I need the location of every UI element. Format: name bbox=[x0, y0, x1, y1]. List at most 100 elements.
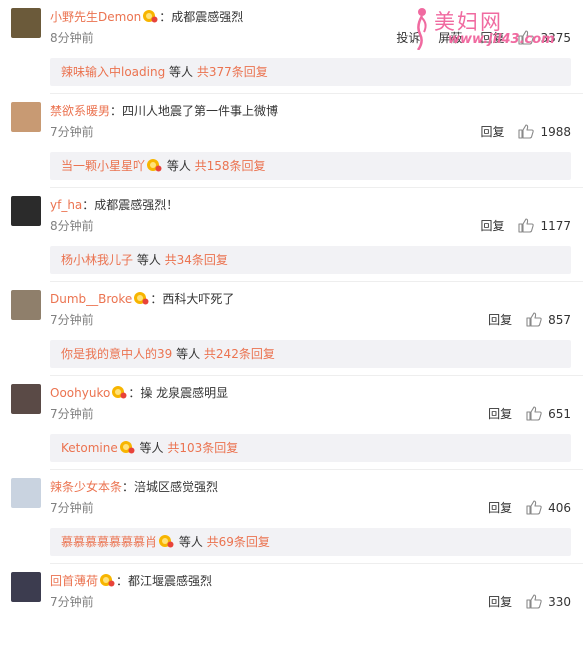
comment-item: 辣条少女本条：涪城区感觉强烈 7分钟前 回复 406 慕慕慕慕慕慕慕肖 等人 共69条回… bbox=[0, 470, 583, 564]
comment-actions: 回复 406 bbox=[470, 499, 571, 517]
sub-reply-total[interactable]: 共242条回复 bbox=[204, 347, 275, 361]
comment-actions: 回复 651 bbox=[470, 405, 571, 423]
comment-actions: 回复 857 bbox=[470, 311, 571, 329]
comment-username[interactable]: 禁欲系暖男 bbox=[50, 104, 110, 118]
thumbs-up-icon bbox=[526, 406, 542, 421]
comment-username[interactable]: 辣条少女本条 bbox=[50, 480, 122, 494]
reply-button[interactable]: 回复 bbox=[488, 499, 512, 517]
sub-reply-mid: 等人 bbox=[165, 65, 197, 79]
watermark-url: www.jil43.com bbox=[448, 32, 555, 47]
comment-text: ：四川人地震了第一件事上微博 bbox=[110, 104, 279, 118]
sub-reply-total[interactable]: 共34条回复 bbox=[165, 253, 228, 267]
avatar[interactable] bbox=[11, 102, 41, 132]
thumbs-up-icon bbox=[526, 500, 542, 515]
comment-actions: 回复 1177 bbox=[462, 217, 571, 235]
sub-reply-total[interactable]: 共69条回复 bbox=[207, 535, 270, 549]
like-button[interactable]: 330 bbox=[526, 593, 571, 611]
sub-reply-username[interactable]: 当一颗小星星吖 bbox=[61, 159, 145, 173]
like-count: 330 bbox=[548, 595, 571, 609]
comment-time: 7分钟前 bbox=[50, 313, 94, 327]
avatar[interactable] bbox=[11, 572, 41, 602]
sub-reply-username[interactable]: 辣味输入中loading bbox=[61, 65, 165, 79]
like-button[interactable]: 651 bbox=[526, 405, 571, 423]
comment-time: 8分钟前 bbox=[50, 31, 94, 45]
avatar[interactable] bbox=[11, 196, 41, 226]
comment-text: ：都江堰震感强烈 bbox=[116, 574, 213, 588]
avatar[interactable] bbox=[11, 290, 41, 320]
comment-actions: 回复 330 bbox=[470, 593, 571, 611]
avatar[interactable] bbox=[11, 478, 41, 508]
comment-username[interactable]: 小野先生Demon bbox=[50, 10, 141, 24]
comment-item: 禁欲系暖男：四川人地震了第一件事上微博 7分钟前 回复 1988 当一颗小星星吖 等人 … bbox=[0, 94, 583, 188]
like-count: 1988 bbox=[540, 125, 571, 139]
reply-button[interactable]: 回复 bbox=[488, 405, 512, 423]
comment-time: 7分钟前 bbox=[50, 407, 94, 421]
thumbs-up-icon bbox=[518, 218, 535, 233]
vip-badge-icon[interactable] bbox=[158, 534, 174, 548]
comment-time: 8分钟前 bbox=[50, 219, 94, 233]
sub-reply-mid: 等人 bbox=[163, 159, 195, 173]
comment-line: yf_ha：成都震感强烈！ bbox=[50, 195, 178, 215]
comment-text: ：西科大吓死了 bbox=[150, 292, 235, 306]
comment-time: 7分钟前 bbox=[50, 595, 94, 609]
comment-line: Dumb__Broke ：西科大吓死了 bbox=[50, 289, 234, 309]
vip-badge-icon[interactable] bbox=[99, 573, 115, 587]
reply-button[interactable]: 回复 bbox=[488, 311, 512, 329]
thumbs-up-icon bbox=[518, 124, 535, 139]
sub-reply-username[interactable]: 你是我的意中人的39 bbox=[61, 347, 172, 361]
comment-line: 禁欲系暖男：四川人地震了第一件事上微博 bbox=[50, 101, 278, 121]
sub-reply-username[interactable]: Ketomine bbox=[61, 441, 118, 455]
comment-item: Dumb__Broke ：西科大吓死了 7分钟前 回复 857 你是我的意中人的39 等人… bbox=[0, 282, 583, 376]
like-count: 857 bbox=[548, 313, 571, 327]
comment-item: yf_ha：成都震感强烈！ 8分钟前 回复 1177 杨小林我儿子 等人 共34条回复 bbox=[0, 188, 583, 282]
sub-reply-total[interactable]: 共103条回复 bbox=[167, 441, 238, 455]
comment-username[interactable]: yf_ha bbox=[50, 198, 82, 212]
like-count: 406 bbox=[548, 501, 571, 515]
reply-button[interactable]: 回复 bbox=[480, 123, 504, 141]
comment-username[interactable]: Ooohyuko bbox=[50, 386, 110, 400]
vip-badge-icon[interactable] bbox=[133, 291, 149, 305]
sub-reply-mid: 等人 bbox=[135, 441, 168, 455]
comment-username[interactable]: Dumb__Broke bbox=[50, 292, 132, 306]
sub-reply-mid: 等人 bbox=[133, 253, 165, 267]
thumbs-up-icon bbox=[526, 312, 542, 327]
reply-button[interactable]: 回复 bbox=[480, 217, 504, 235]
sub-reply-total[interactable]: 共158条回复 bbox=[195, 159, 266, 173]
comment-text: ：成都震感强烈 bbox=[159, 10, 244, 24]
sub-replies-box[interactable]: 杨小林我儿子 等人 共34条回复 bbox=[50, 246, 571, 274]
comment-line: Ooohyuko ：操 龙泉震感明显 bbox=[50, 383, 228, 403]
thumbs-up-icon bbox=[526, 594, 542, 609]
sub-reply-total[interactable]: 共377条回复 bbox=[197, 65, 268, 79]
vip-badge-icon[interactable] bbox=[119, 440, 135, 454]
reply-button[interactable]: 回复 bbox=[488, 593, 512, 611]
like-button[interactable]: 857 bbox=[526, 311, 571, 329]
sub-replies-box[interactable]: 慕慕慕慕慕慕慕肖 等人 共69条回复 bbox=[50, 528, 571, 556]
comment-line: 辣条少女本条：涪城区感觉强烈 bbox=[50, 477, 218, 497]
comment-time: 7分钟前 bbox=[50, 125, 94, 139]
sub-replies-box[interactable]: 你是我的意中人的39 等人 共242条回复 bbox=[50, 340, 571, 368]
comment-username[interactable]: 回首薄荷 bbox=[50, 574, 98, 588]
sub-replies-box[interactable]: 辣味输入中loading 等人 共377条回复 bbox=[50, 58, 571, 86]
lady-logo-icon bbox=[416, 8, 427, 50]
vip-badge-icon[interactable] bbox=[146, 158, 162, 172]
vip-badge-icon[interactable] bbox=[111, 385, 127, 399]
avatar[interactable] bbox=[11, 8, 41, 38]
like-button[interactable]: 406 bbox=[526, 499, 571, 517]
sub-reply-username[interactable]: 慕慕慕慕慕慕慕肖 bbox=[61, 535, 157, 549]
sub-replies-box[interactable]: Ketomine 等人 共103条回复 bbox=[50, 434, 571, 462]
comment-item: Ooohyuko ：操 龙泉震感明显 7分钟前 回复 651 Ketomine 等人 共1… bbox=[0, 376, 583, 470]
sub-replies-box[interactable]: 当一颗小星星吖 等人 共158条回复 bbox=[50, 152, 571, 180]
like-button[interactable]: 1988 bbox=[518, 123, 571, 141]
comment-actions: 回复 1988 bbox=[462, 123, 571, 141]
like-count: 1177 bbox=[540, 219, 571, 233]
vip-badge-icon[interactable] bbox=[142, 9, 158, 23]
sub-reply-mid: 等人 bbox=[172, 347, 204, 361]
sub-reply-mid: 等人 bbox=[175, 535, 207, 549]
like-button[interactable]: 1177 bbox=[518, 217, 571, 235]
comment-item: 回首薄荷 ：都江堰震感强烈 7分钟前 回复 330 bbox=[0, 564, 583, 658]
sub-reply-username[interactable]: 杨小林我儿子 bbox=[61, 253, 133, 267]
comment-text: ：成都震感强烈！ bbox=[82, 198, 179, 212]
comment-text: ：涪城区感觉强烈 bbox=[122, 480, 219, 494]
comment-line: 回首薄荷 ：都江堰震感强烈 bbox=[50, 571, 212, 591]
avatar[interactable] bbox=[11, 384, 41, 414]
